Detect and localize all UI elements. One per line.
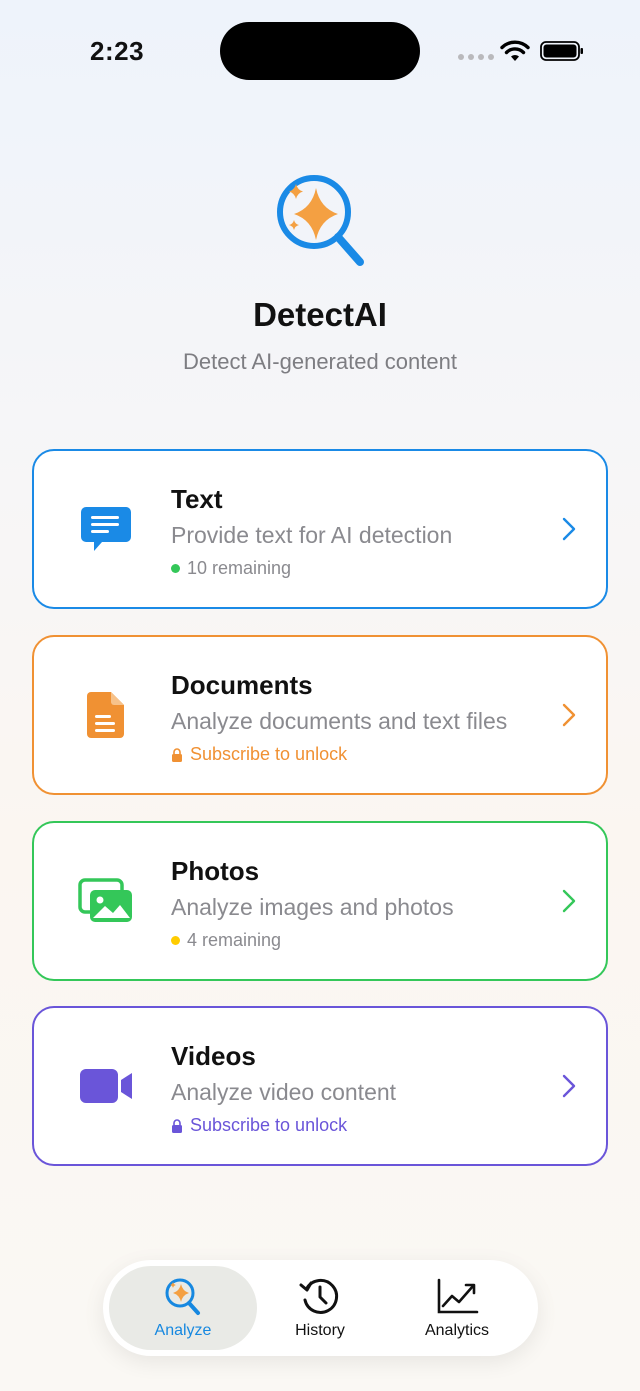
video-camera-icon: [76, 1056, 136, 1116]
chart-line-icon: [437, 1278, 479, 1314]
chevron-right-icon: [562, 517, 576, 541]
status-dot-icon: [171, 564, 180, 573]
chat-bubble-icon: [76, 499, 136, 559]
status-dot-icon: [171, 936, 180, 945]
card-status-label: 10 remaining: [187, 558, 292, 578]
documents-detection-card[interactable]: Documents Analyze documents and text fil…: [32, 635, 608, 795]
tab-analyze[interactable]: Analyze: [109, 1266, 257, 1350]
card-title: Videos: [171, 1041, 256, 1071]
chevron-right-icon: [562, 703, 576, 727]
battery-icon: [540, 41, 583, 61]
status-time: 2:23: [90, 36, 145, 66]
tab-label: Analytics: [424, 1322, 490, 1339]
card-description: Analyze video content: [171, 1079, 397, 1105]
chevron-right-icon: [562, 1074, 576, 1098]
card-description: Analyze images and photos: [171, 894, 454, 920]
card-status: Subscribe to unlock: [171, 744, 347, 765]
app-subtitle: Detect AI-generated content: [183, 349, 457, 374]
cellular-signal-icon: [458, 54, 494, 60]
document-icon: [76, 685, 136, 745]
tab-history[interactable]: History: [246, 1266, 394, 1350]
tab-label: Analyze: [154, 1322, 212, 1339]
card-title: Text: [171, 484, 223, 514]
app-title: DetectAI: [253, 296, 387, 333]
card-status: 10 remaining: [171, 558, 291, 579]
wifi-icon: [500, 40, 530, 61]
card-status: 4 remaining: [171, 930, 281, 951]
photos-detection-card[interactable]: Photos Analyze images and photos 4 remai…: [32, 821, 608, 981]
dynamic-island: [220, 22, 420, 80]
lock-icon: [172, 747, 182, 762]
text-detection-card[interactable]: Text Provide text for AI detection 10 re…: [32, 449, 608, 609]
card-status-label: 4 remaining: [187, 930, 282, 950]
videos-detection-card[interactable]: Videos Analyze video content Subscribe t…: [32, 1006, 608, 1166]
tab-analytics[interactable]: Analytics: [383, 1266, 531, 1350]
card-title: Documents: [171, 670, 313, 700]
sparkle-magnifier-icon: [165, 1278, 200, 1315]
tab-label: History: [295, 1322, 345, 1339]
history-clock-icon: [299, 1278, 339, 1314]
card-description: Analyze documents and text files: [171, 708, 508, 734]
card-status-label: Subscribe to unlock: [190, 1115, 348, 1135]
tab-bar: Analyze History Analytics: [103, 1260, 538, 1356]
chevron-right-icon: [562, 889, 576, 913]
status-bar: 2:23: [0, 0, 640, 100]
card-status: Subscribe to unlock: [171, 1115, 347, 1136]
photos-icon: [76, 871, 136, 931]
card-status-label: Subscribe to unlock: [190, 744, 348, 764]
lock-icon: [172, 1118, 182, 1133]
card-title: Photos: [171, 856, 260, 886]
sparkle-magnifier-icon: [277, 175, 364, 266]
card-description: Provide text for AI detection: [171, 522, 453, 548]
